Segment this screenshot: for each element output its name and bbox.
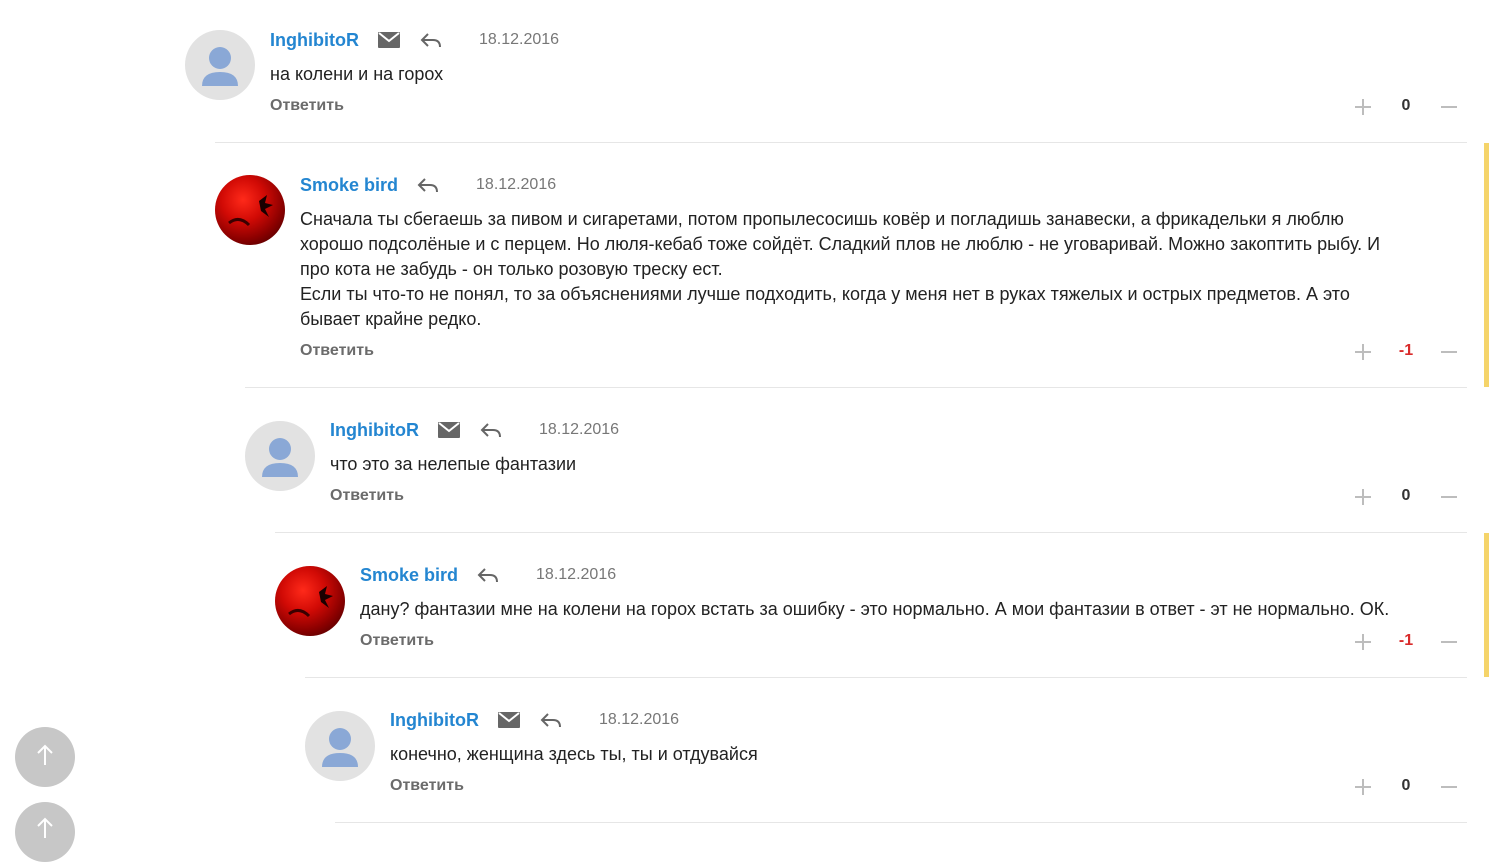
plus-icon[interactable] xyxy=(1351,340,1375,364)
vote-score: 0 xyxy=(1401,777,1411,794)
comment-date: 18.12.2016 xyxy=(476,176,557,193)
avatar[interactable] xyxy=(305,711,375,781)
vote-score: -1 xyxy=(1398,632,1414,649)
vote-score: -1 xyxy=(1398,342,1414,359)
comment-header: InghibitoR 18.12.2016 xyxy=(330,418,619,442)
comment-text: что это за нелепые фантазии xyxy=(330,454,577,474)
reply-button[interactable]: Ответить xyxy=(330,487,404,505)
comment-header: InghibitoR 18.12.2016 xyxy=(270,28,559,52)
avatar[interactable] xyxy=(245,421,315,491)
author-link[interactable]: Smoke bird xyxy=(300,175,398,196)
author-link[interactable]: InghibitoR xyxy=(330,420,419,441)
comment-header: Smoke bird 18.12.2016 xyxy=(360,563,616,587)
reply-arrow-icon[interactable] xyxy=(539,708,563,732)
divider xyxy=(335,822,1467,823)
comment-date: 18.12.2016 xyxy=(478,31,560,48)
author-link[interactable]: InghibitoR xyxy=(390,710,479,731)
minus-icon[interactable] xyxy=(1437,95,1461,119)
vote-score: 0 xyxy=(1401,487,1411,504)
comment-text: конечно, женщина здесь ты, ты и отдувайс… xyxy=(390,744,758,764)
comment: Smoke bird 18.12.2016 Сначала ты сбегаеш… xyxy=(215,143,1489,388)
minus-icon[interactable] xyxy=(1437,340,1461,364)
vote-control: 0 xyxy=(1351,775,1461,799)
vote-control: -1 xyxy=(1351,630,1461,654)
comment-text: Сначала ты сбегаешь за пивом и сигаретам… xyxy=(300,209,1381,329)
plus-icon[interactable] xyxy=(1351,95,1375,119)
reply-arrow-icon[interactable] xyxy=(419,28,443,52)
reply-arrow-icon[interactable] xyxy=(479,418,503,442)
reply-button[interactable]: Ответить xyxy=(300,342,374,360)
comment-date: 18.12.2016 xyxy=(538,421,620,438)
vote-score: 0 xyxy=(1401,97,1411,114)
comment-highlight-bar xyxy=(1484,143,1489,387)
mail-icon[interactable] xyxy=(437,418,461,442)
vote-control: 0 xyxy=(1351,95,1461,119)
comment: InghibitoR 18.12.2016 конечно, женщина з… xyxy=(305,678,1489,829)
comment: Smoke bird 18.12.2016 дану? фантазии мне… xyxy=(275,533,1489,678)
comment: InghibitoR 18.12.2016 что это за нелепые… xyxy=(245,388,1489,533)
reply-arrow-icon[interactable] xyxy=(476,563,500,587)
avatar[interactable] xyxy=(275,566,345,636)
reply-button[interactable]: Ответить xyxy=(360,632,434,650)
comment-thread: InghibitoR 18.12.2016 на колени и на гор… xyxy=(0,0,1489,829)
minus-icon[interactable] xyxy=(1437,630,1461,654)
avatar[interactable] xyxy=(185,30,255,100)
comment-highlight-bar xyxy=(1484,533,1489,677)
plus-icon[interactable] xyxy=(1351,485,1375,509)
comment-date: 18.12.2016 xyxy=(598,711,680,728)
reply-button[interactable]: Ответить xyxy=(270,97,344,115)
scroll-up-button[interactable] xyxy=(15,727,75,787)
comment: InghibitoR 18.12.2016 на колени и на гор… xyxy=(185,30,1489,143)
avatar[interactable] xyxy=(215,175,285,245)
arrow-up-icon xyxy=(35,743,55,772)
vote-control: -1 xyxy=(1351,340,1461,364)
comment-header: Smoke bird 18.12.2016 xyxy=(300,173,556,197)
plus-icon[interactable] xyxy=(1351,775,1375,799)
reply-arrow-icon[interactable] xyxy=(416,173,440,197)
author-link[interactable]: InghibitoR xyxy=(270,30,359,51)
comment-header: InghibitoR 18.12.2016 xyxy=(390,708,679,732)
comment-text: дану? фантазии мне на колени на горох вс… xyxy=(360,599,1390,619)
minus-icon[interactable] xyxy=(1437,775,1461,799)
comment-text: на колени и на горох xyxy=(270,64,444,84)
arrow-icon xyxy=(35,816,55,845)
vote-control: 0 xyxy=(1351,485,1461,509)
reply-button[interactable]: Ответить xyxy=(390,777,464,795)
mail-icon[interactable] xyxy=(497,708,521,732)
minus-icon[interactable] xyxy=(1437,485,1461,509)
mail-icon[interactable] xyxy=(377,28,401,52)
scroll-down-button[interactable] xyxy=(15,802,75,862)
author-link[interactable]: Smoke bird xyxy=(360,565,458,586)
comment-date: 18.12.2016 xyxy=(536,566,617,583)
plus-icon[interactable] xyxy=(1351,630,1375,654)
